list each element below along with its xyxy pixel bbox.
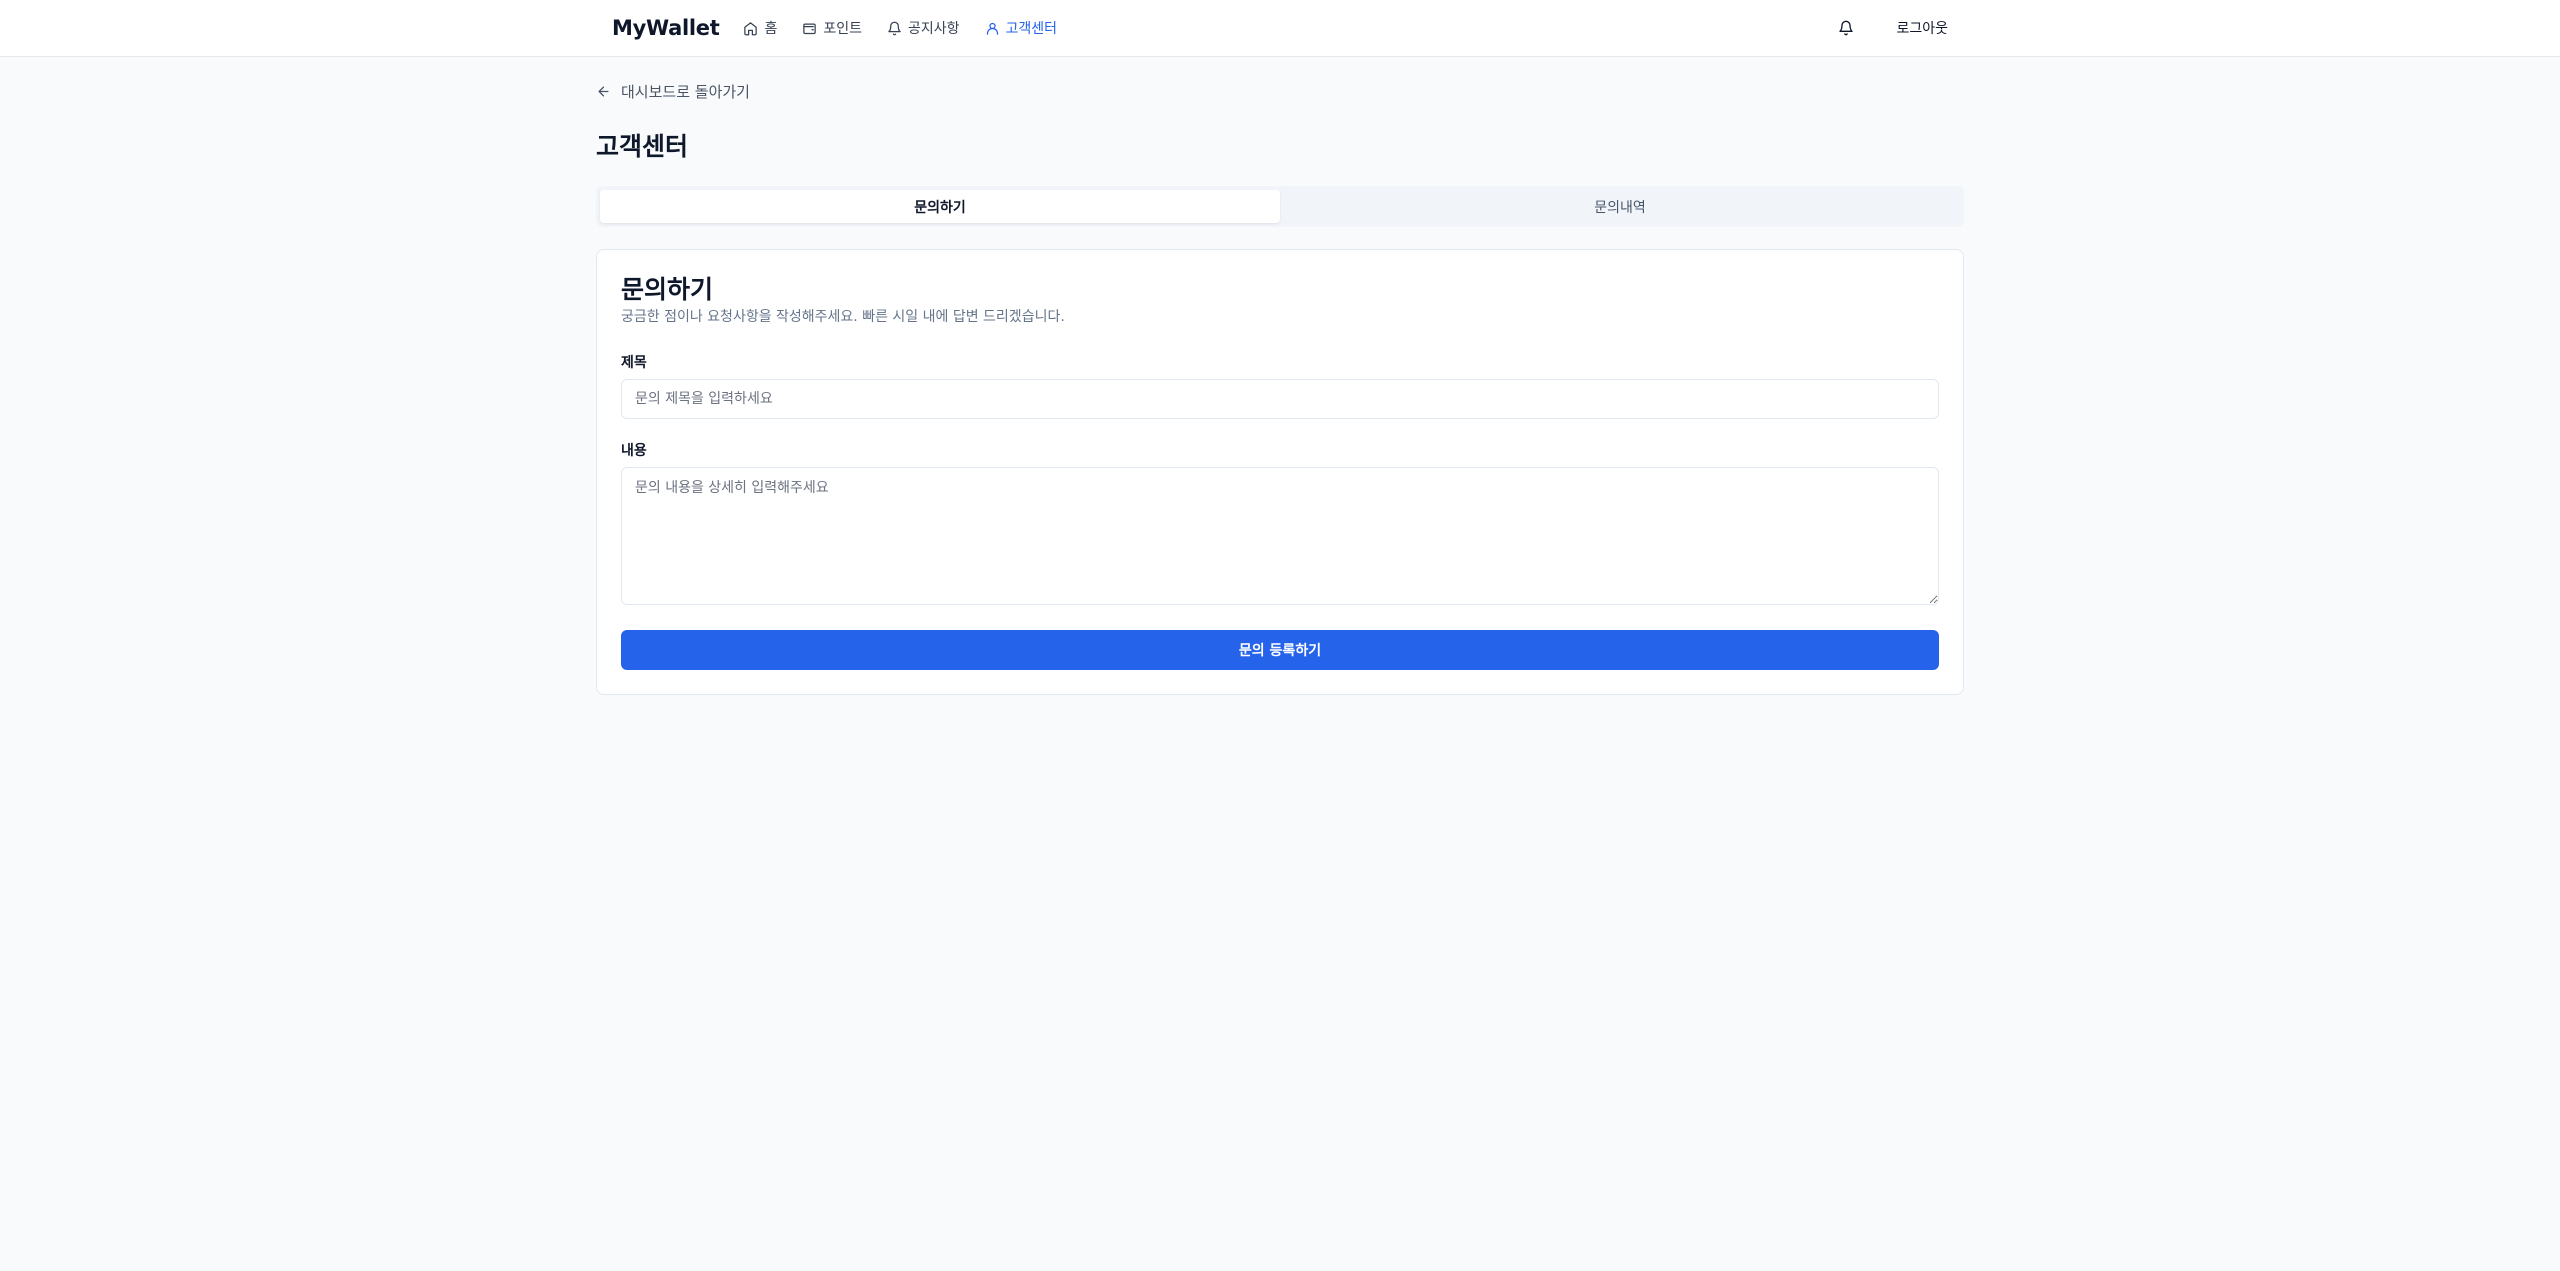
back-to-dashboard-link[interactable]: 대시보드로 돌아가기 (596, 81, 750, 102)
logout-button[interactable]: 로그아웃 (1880, 8, 1964, 48)
top-navigation-bar: MyWallet 홈 포인트 공지사항 고객센터 로그아웃 (0, 0, 2560, 57)
user-icon (986, 22, 998, 35)
nav-item-home[interactable]: 홈 (743, 18, 777, 38)
form-description: 궁금한 점이나 요청사항을 작성해주세요. 빠른 시일 내에 답변 드리겠습니다… (621, 309, 1065, 325)
top-navigation-inner: MyWallet 홈 포인트 공지사항 고객센터 로그아웃 (596, 0, 1964, 56)
bell-icon (1839, 20, 1854, 36)
content-textarea[interactable] (621, 467, 1939, 605)
home-icon (744, 21, 758, 35)
wallet-icon (803, 23, 817, 34)
inquiry-form-card: 문의하기 궁금한 점이나 요청사항을 작성해주세요. 빠른 시일 내에 답변 드… (596, 249, 1964, 695)
nav-item-label: 고객센터 (1005, 21, 1058, 37)
support-tabs: 문의하기 문의내역 (596, 186, 1964, 227)
nav-item-label: 포인트 (823, 21, 862, 37)
nav-item-points[interactable]: 포인트 (802, 18, 862, 38)
subject-label: 제목 (621, 355, 647, 371)
main-nav: 홈 포인트 공지사항 고객센터 (743, 18, 1082, 38)
app-logo[interactable]: MyWallet (612, 16, 720, 40)
submit-inquiry-button[interactable]: 문의 등록하기 (621, 630, 1939, 670)
nav-item-label: 홈 (764, 21, 778, 37)
header-actions: 로그아웃 (1826, 0, 1964, 56)
notification-button[interactable] (1826, 8, 1866, 48)
tab-inquiry-history[interactable]: 문의내역 (1280, 190, 1960, 223)
nav-item-support[interactable]: 고객센터 (985, 18, 1058, 38)
nav-item-label: 공지사항 (907, 21, 960, 37)
form-title: 문의하기 (621, 275, 714, 304)
nav-item-notices[interactable]: 공지사항 (887, 18, 960, 38)
content-label: 내용 (621, 443, 647, 459)
back-link-label: 대시보드로 돌아가기 (621, 83, 750, 101)
page-title: 고객센터 (596, 132, 689, 161)
arrow-left-icon (598, 86, 609, 97)
tab-inquiry[interactable]: 문의하기 (600, 190, 1280, 223)
subject-input[interactable] (621, 379, 1939, 419)
bell-icon (888, 21, 901, 35)
